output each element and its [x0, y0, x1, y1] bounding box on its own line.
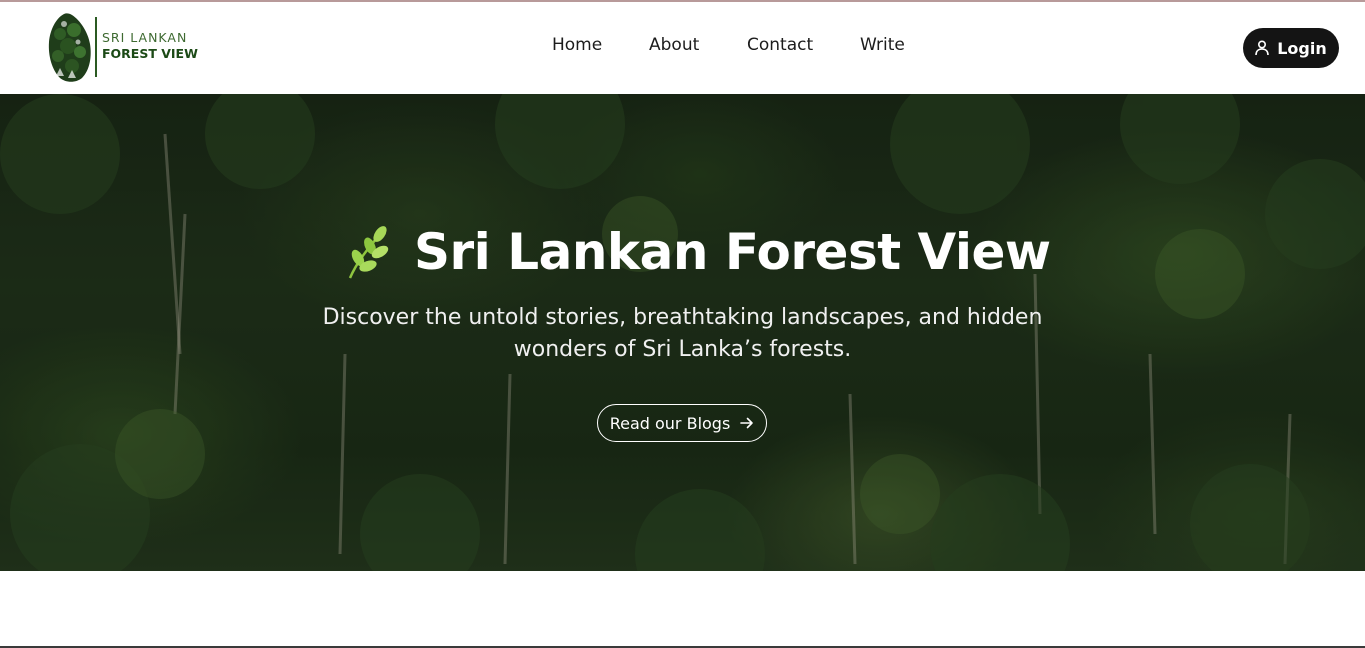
logo-text-line2: FOREST VIEW	[102, 46, 198, 61]
read-blogs-button[interactable]: Read our Blogs	[597, 404, 767, 442]
site-header: SRI LANKAN FOREST VIEW Home About Contac…	[0, 2, 1365, 94]
read-blogs-label: Read our Blogs	[609, 413, 731, 433]
hero-title: Sri Lankan Forest View	[344, 220, 1051, 284]
logo-divider	[95, 17, 97, 77]
sri-lanka-forest-map-logo-icon	[48, 13, 91, 82]
nav-about[interactable]: About	[649, 35, 699, 55]
arrow-right-icon	[740, 417, 754, 429]
leaf-sprig-icon	[348, 226, 389, 279]
login-label: Login	[1277, 38, 1327, 58]
nav-home[interactable]: Home	[552, 35, 602, 55]
nav-contact[interactable]: Contact	[747, 35, 813, 55]
hero-title-text: Sri Lankan Forest View	[414, 223, 1051, 281]
hero-subtitle: Discover the untold stories, breathtakin…	[322, 305, 1043, 362]
hero-section: Sri Lankan Forest View Discover the unto…	[0, 94, 1365, 571]
logo-text-line1: SRI LANKAN	[102, 30, 188, 45]
login-button[interactable]: Login	[1243, 28, 1339, 68]
nav-write[interactable]: Write	[860, 35, 905, 55]
site-logo[interactable]: SRI LANKAN FOREST VIEW	[46, 12, 198, 84]
user-icon	[1255, 40, 1270, 56]
